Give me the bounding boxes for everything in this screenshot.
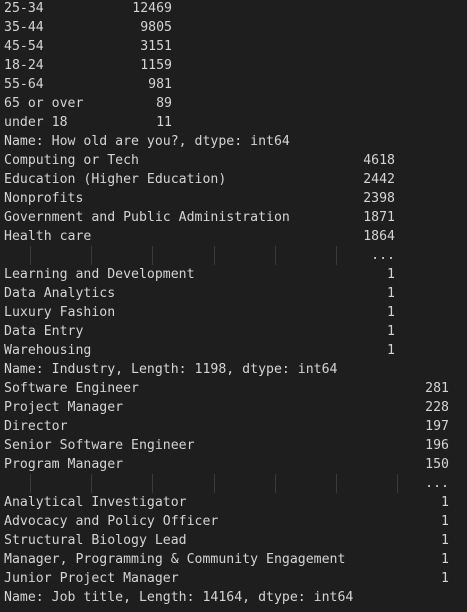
series-index-label: 25-34 [4, 1, 44, 16]
series-index-label: Warehousing [4, 343, 92, 358]
series-count-value: 1 [441, 552, 449, 567]
series-count-value: 1 [387, 305, 395, 320]
series-index-label: 55-64 [4, 77, 44, 92]
indent-guide [152, 474, 153, 493]
series-count-value: 1 [387, 324, 395, 339]
series-count-value: 12469 [132, 1, 172, 16]
series-count-value: 1 [441, 514, 449, 529]
series-index-label: 45-54 [4, 39, 44, 54]
series-index-label: under 18 [4, 115, 68, 130]
series-count-value: 1 [387, 286, 395, 301]
series-count-value: 281 [425, 381, 449, 396]
series-index-label: Data Analytics [4, 286, 116, 301]
series-index-label: Analytical Investigator [4, 495, 187, 510]
series-count-value: 228 [425, 400, 449, 415]
series-count-value: 1159 [140, 58, 172, 73]
indent-guide [30, 246, 31, 265]
series-index-label: Education (Higher Education) [4, 172, 227, 187]
series-count-value: 2398 [363, 191, 395, 206]
series-count-value: 11 [156, 115, 172, 130]
series-count-value: 1864 [363, 229, 395, 244]
console-output: 25-34 12469 35-44 9805 45-54 3151 18-24 1159 55-… [0, 0, 467, 612]
indent-guide [91, 246, 92, 265]
series-footer: Name: Job title, Length: 14164, dtype: i… [4, 590, 354, 605]
indent-guide [275, 474, 276, 493]
indent-guide [91, 474, 92, 493]
truncation-ellipsis: ... [371, 248, 395, 263]
series-count-value: 1871 [363, 210, 395, 225]
indent-guide [336, 474, 337, 493]
series-index-label: Software Engineer [4, 381, 139, 396]
series-index-label: Junior Project Manager [4, 571, 179, 586]
series-count-value: 196 [425, 438, 449, 453]
series-index-label: Government and Public Administration [4, 210, 290, 225]
series-footer: Name: Industry, Length: 1198, dtype: int… [4, 362, 338, 377]
series-index-label: Project Manager [4, 400, 124, 415]
series-count-value: 150 [425, 457, 449, 472]
indent-guide [214, 474, 215, 493]
indent-guide [152, 246, 153, 265]
series-count-value: 3151 [140, 39, 172, 54]
series-index-label: Senior Software Engineer [4, 438, 195, 453]
series-count-value: 981 [148, 77, 172, 92]
series-count-value: 197 [425, 419, 449, 434]
indent-guide [275, 246, 276, 265]
series-index-label: Computing or Tech [4, 153, 139, 168]
series-count-value: 2442 [363, 172, 395, 187]
series-count-value: 1 [441, 495, 449, 510]
series-count-value: 1 [387, 343, 395, 358]
series-index-label: Program Manager [4, 457, 124, 472]
series-index-label: Learning and Development [4, 267, 195, 282]
series-index-label: Manager, Programming & Community Engagem… [4, 552, 346, 567]
series-index-label: Advocacy and Policy Officer [4, 514, 219, 529]
indent-guide [30, 474, 31, 493]
series-count-value: 1 [441, 571, 449, 586]
series-index-label: 65 or over [4, 96, 84, 111]
series-index-label: Structural Biology Lead [4, 533, 187, 548]
truncation-ellipsis: ... [425, 476, 449, 491]
series-footer: Name: How old are you?, dtype: int64 [4, 134, 290, 149]
series-index-label: 18-24 [4, 58, 44, 73]
series-count-value: 1 [441, 533, 449, 548]
indent-guide [214, 246, 215, 265]
series-index-label: Data Entry [4, 324, 84, 339]
series-count-value: 89 [156, 96, 172, 111]
series-count-value: 9805 [140, 20, 172, 35]
series-count-value: 4618 [363, 153, 395, 168]
series-index-label: Director [4, 419, 68, 434]
series-index-label: 35-44 [4, 20, 44, 35]
series-index-label: Luxury Fashion [4, 305, 116, 320]
series-count-value: 1 [387, 267, 395, 282]
indent-guides [0, 246, 467, 265]
series-index-label: Nonprofits [4, 191, 84, 206]
series-index-label: Health care [4, 229, 92, 244]
